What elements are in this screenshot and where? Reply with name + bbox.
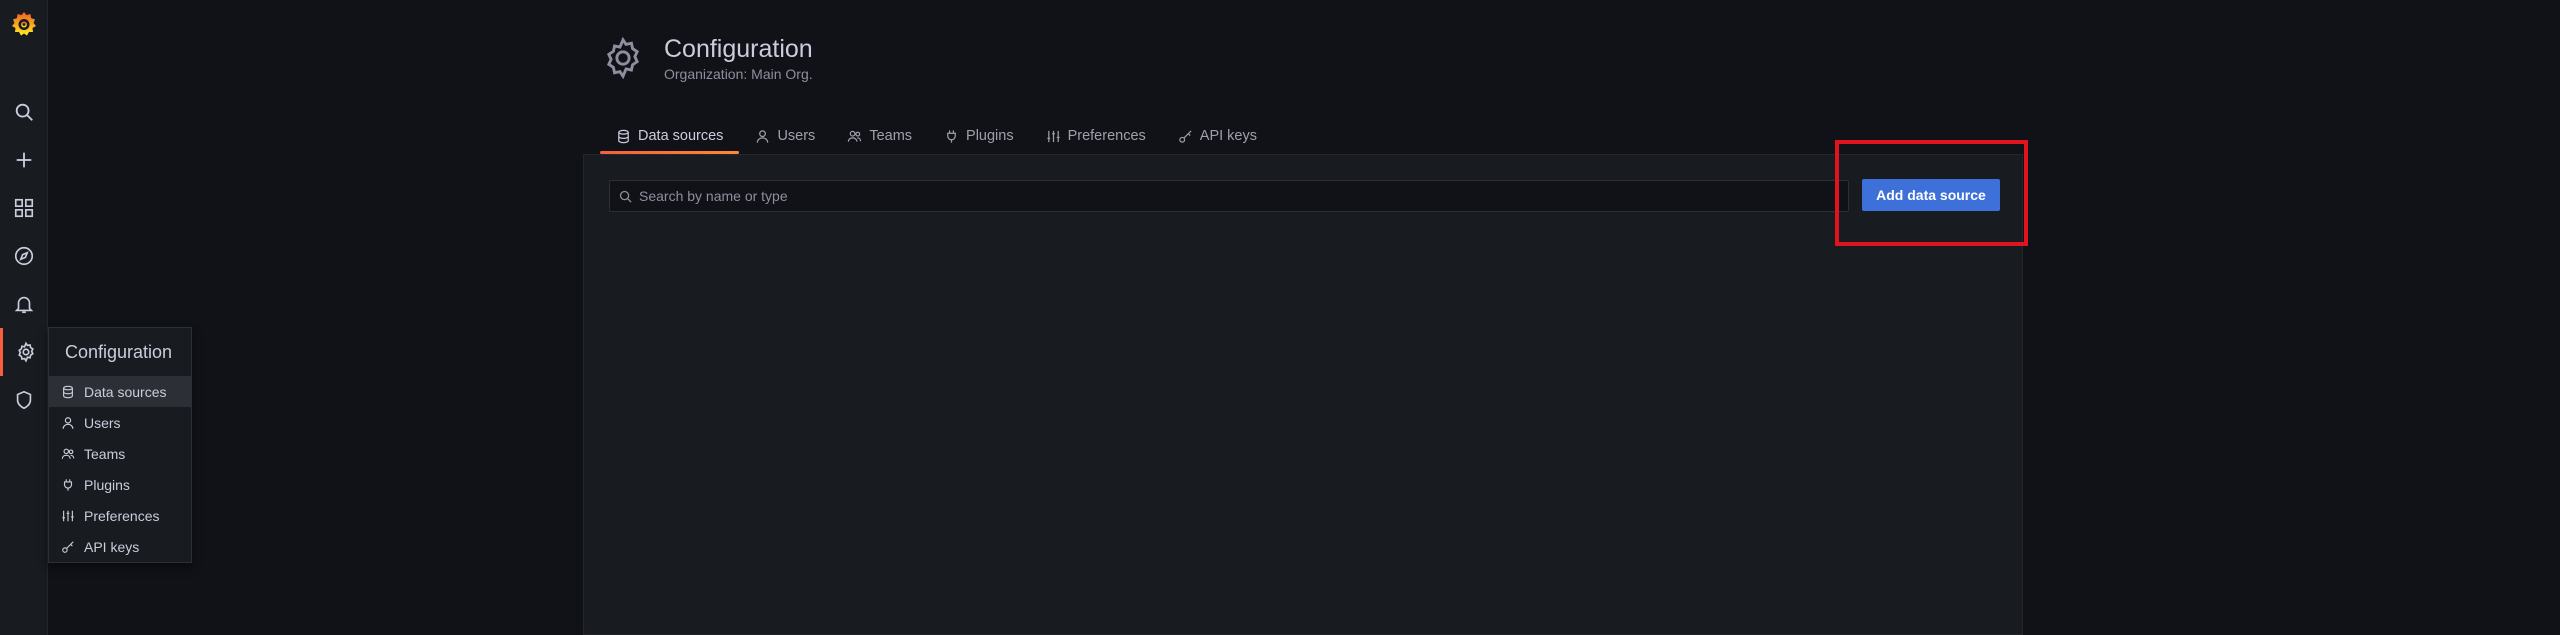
page-header: Configuration Organization: Main Org. [600,34,813,82]
flyout-item-label: Data sources [84,383,167,400]
flyout-title[interactable]: Configuration [49,328,191,376]
grafana-logo-icon[interactable] [10,10,38,38]
gear-icon [17,341,34,363]
side-menu [0,0,48,635]
tab-label: API keys [1199,128,1257,144]
configuration-flyout-menu: Configuration Data sources Users Teams P… [48,327,192,563]
bell-icon [14,296,34,314]
sliders-icon [1047,130,1060,142]
flyout-item-teams[interactable]: Teams [49,438,191,469]
page-subtitle: Organization: Main Org. [664,66,813,82]
server-admin-nav-item[interactable] [0,376,48,424]
database-icon [63,385,73,398]
search-icon [619,190,632,203]
dashboards-nav-item[interactable] [0,184,48,232]
config-tabs: Data sources Users Teams Plugins Prefere… [600,118,1273,154]
data-sources-panel: Add data source [583,154,2023,635]
gear-icon [606,36,640,80]
key-icon [1179,129,1192,143]
flyout-item-data-sources[interactable]: Data sources [49,376,191,407]
tab-label: Teams [869,128,913,144]
tab-label: Users [777,128,816,144]
user-icon [62,416,74,429]
plug-icon [63,478,73,491]
sliders-icon [62,510,74,521]
tab-label: Preferences [1067,128,1146,144]
search-icon [15,103,33,121]
flyout-item-preferences[interactable]: Preferences [49,500,191,531]
shield-icon [16,390,32,410]
flyout-item-label: Preferences [84,507,160,524]
flyout-item-label: Teams [84,445,126,462]
users-icon [61,448,75,459]
search-nav-item[interactable] [0,88,48,136]
dashboards-icon [14,198,34,218]
tab-preferences[interactable]: Preferences [1030,118,1162,154]
tab-api-keys[interactable]: API keys [1162,118,1273,154]
explore-nav-item[interactable] [0,232,48,280]
plus-icon [16,152,32,168]
alerting-nav-item[interactable] [0,280,48,328]
search-box[interactable] [609,180,1849,212]
tab-teams[interactable]: Teams [831,118,928,154]
users-icon [848,130,862,142]
tab-label: Data sources [638,128,724,144]
flyout-item-users[interactable]: Users [49,407,191,438]
explore-compass-icon [14,246,34,266]
tab-users[interactable]: Users [739,118,831,154]
flyout-item-label: Users [84,414,121,431]
flyout-item-api-keys[interactable]: API keys [49,531,191,562]
flyout-item-label: Plugins [84,476,130,493]
flyout-item-plugins[interactable]: Plugins [49,469,191,500]
page-title: Configuration [664,35,813,63]
flyout-item-label: API keys [84,538,140,555]
plug-icon [947,129,956,143]
tab-plugins[interactable]: Plugins [928,118,1030,154]
search-input[interactable] [639,188,1848,204]
tab-data-sources[interactable]: Data sources [600,118,740,154]
highlight-box [1835,140,2028,246]
database-icon [618,129,629,143]
tab-label: Plugins [966,128,1014,144]
user-icon [757,129,769,143]
configuration-nav-item[interactable] [0,328,48,376]
key-icon [62,540,74,553]
create-nav-item[interactable] [0,136,48,184]
